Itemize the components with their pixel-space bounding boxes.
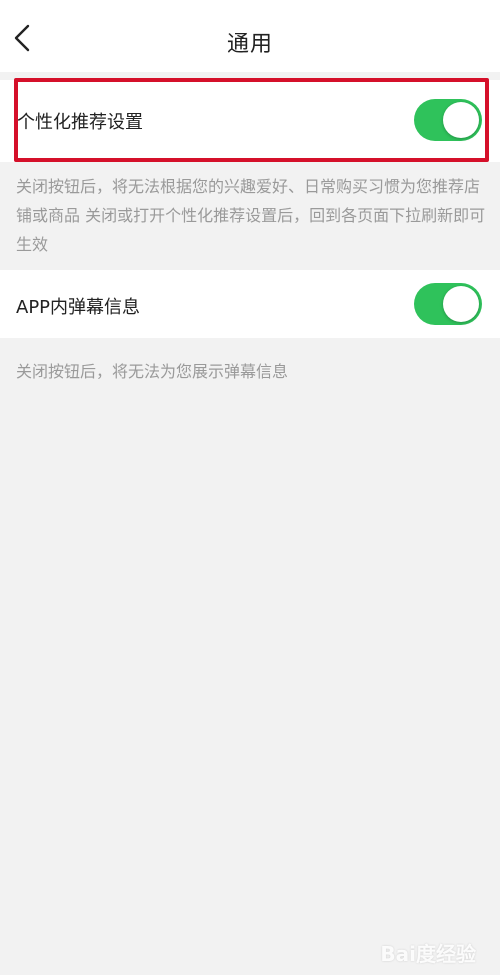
danmaku-description: 关闭按钮后，将无法为您展示弹幕信息: [16, 362, 289, 381]
settings-page: 通用 个性化推荐设置 关闭按钮后，将无法根据您的兴趣爱好、日常购买习惯为您推荐店…: [0, 0, 500, 975]
setting-row-danmaku: APP内弹幕信息: [0, 270, 500, 338]
toggle-knob: [443, 286, 479, 322]
nav-bar: 通用: [0, 0, 500, 72]
danmaku-label: APP内弹幕信息: [16, 297, 141, 318]
personalized-label: 个性化推荐设置: [17, 112, 143, 133]
personalized-toggle[interactable]: [414, 99, 482, 141]
page-title: 通用: [226, 32, 273, 57]
setting-row-personalized: 个性化推荐设置: [0, 80, 500, 162]
toggle-knob: [443, 102, 479, 138]
danmaku-toggle[interactable]: [414, 283, 482, 325]
baidu-jingyan-watermark: Bai度经验: [380, 942, 476, 966]
personalized-description: 关闭按钮后，将无法根据您的兴趣爱好、日常购买习惯为您推荐店铺或商品 关闭或打开个…: [16, 177, 486, 254]
